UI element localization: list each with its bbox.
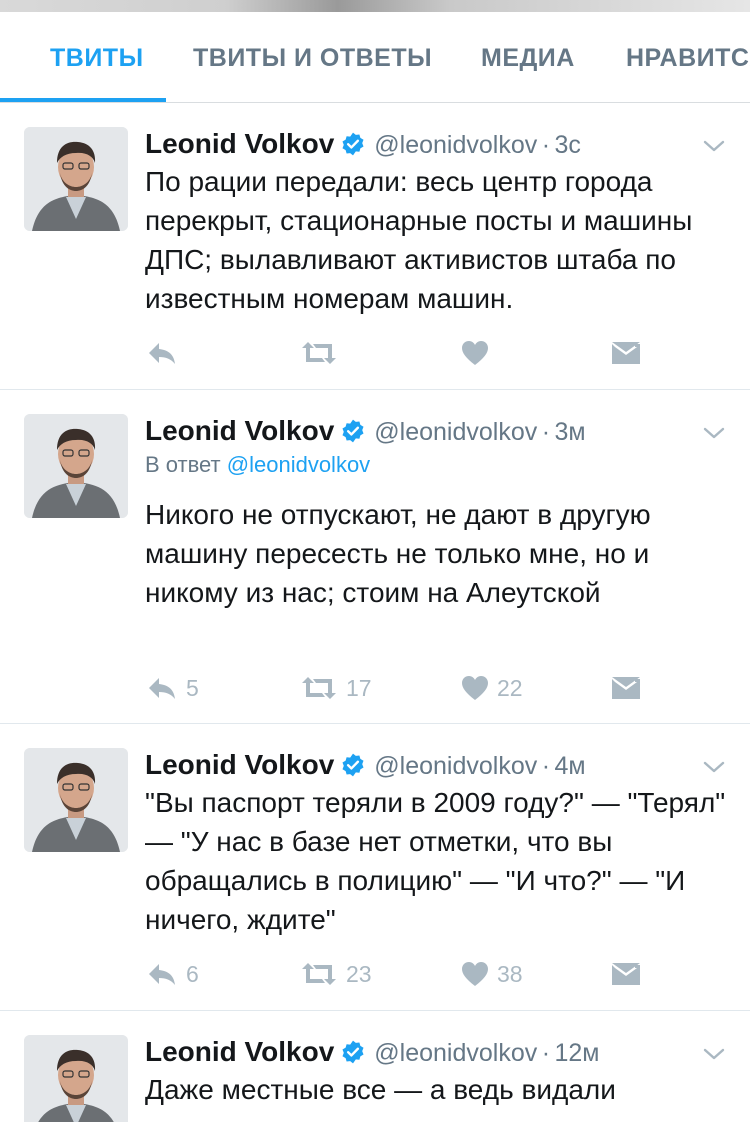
- separator-dot: ·: [541, 1039, 551, 1067]
- retweet-icon: [302, 342, 336, 364]
- tweet[interactable]: Leonid Volkov @leonidvolkov · 12м Даже ме…: [0, 1012, 750, 1122]
- avatar[interactable]: [24, 127, 128, 231]
- avatar[interactable]: [24, 414, 128, 518]
- chevron-down-icon[interactable]: [702, 134, 726, 158]
- timestamp[interactable]: 3с: [554, 131, 580, 159]
- tweet[interactable]: Leonid Volkov @leonidvolkov · 3с По рации…: [0, 104, 750, 390]
- reply-button[interactable]: [146, 336, 186, 370]
- reply-icon: [149, 343, 175, 364]
- tweet[interactable]: Leonid Volkov @leonidvolkov · 3м В ответ …: [0, 391, 750, 724]
- reply-icon: [149, 678, 175, 699]
- retweet-button[interactable]: [300, 336, 346, 370]
- top-image-strip: [0, 0, 750, 12]
- tweet[interactable]: Leonid Volkov @leonidvolkov · 4м "Вы пасп…: [0, 725, 750, 1011]
- tweet-actions: [0, 336, 750, 370]
- verified-badge-icon: [342, 419, 364, 443]
- avatar[interactable]: [24, 748, 128, 852]
- verified-badge-icon: [342, 1040, 364, 1064]
- retweet-count: 17: [346, 674, 372, 701]
- heart-icon: [462, 676, 488, 700]
- reply-context: В ответ @leonidvolkov: [145, 449, 370, 481]
- tweet-text: Даже местные все — а ведь видали: [145, 1074, 616, 1105]
- direct-message-icon: [612, 677, 640, 699]
- retweet-icon: [302, 963, 336, 985]
- like-count: 38: [497, 960, 523, 987]
- separator-dot: ·: [541, 752, 551, 780]
- like-count: 22: [497, 674, 523, 701]
- tweet-text: "Вы паспорт теряли в 2009 году?" — "Теря…: [145, 787, 726, 935]
- verified-badge-icon: [342, 753, 364, 777]
- tab-tweets[interactable]: ТВИТЫ: [50, 12, 144, 102]
- timestamp[interactable]: 3м: [554, 418, 585, 446]
- reply-to-link[interactable]: @leonidvolkov: [227, 452, 370, 477]
- separator-dot: ·: [541, 131, 551, 159]
- direct-message-icon: [612, 342, 640, 364]
- reply-count: 5: [186, 674, 199, 701]
- like-button[interactable]: 38: [461, 957, 523, 991]
- tweet-actions: 5 17 22: [0, 671, 750, 705]
- avatar[interactable]: [24, 1035, 128, 1122]
- chevron-down-icon[interactable]: [702, 1042, 726, 1066]
- timestamp[interactable]: 4м: [554, 752, 585, 780]
- profile-tabs: ТВИТЫ ТВИТЫ И ОТВЕТЫ МЕДИА НРАВИТСЯ: [0, 12, 750, 103]
- author-handle[interactable]: @leonidvolkov: [374, 752, 537, 780]
- like-button[interactable]: [461, 336, 497, 370]
- tab-tweets-and-replies[interactable]: ТВИТЫ И ОТВЕТЫ: [193, 12, 432, 102]
- tweet-header: Leonid Volkov @leonidvolkov · 3с: [145, 124, 581, 164]
- tab-likes[interactable]: НРАВИТСЯ: [626, 12, 750, 102]
- verified-badge-icon: [342, 132, 364, 156]
- author-handle[interactable]: @leonidvolkov: [374, 418, 537, 446]
- separator-dot: ·: [541, 418, 551, 446]
- tweet-text: Никого не отпускают, не дают в другую ма…: [145, 499, 651, 608]
- reply-count: 6: [186, 960, 199, 987]
- heart-icon: [462, 341, 488, 365]
- tweet-header: Leonid Volkov @leonidvolkov · 12м: [145, 1032, 599, 1072]
- tab-media[interactable]: МЕДИА: [481, 12, 575, 102]
- reply-button[interactable]: 5: [146, 671, 199, 705]
- tweet-header: Leonid Volkov @leonidvolkov · 3м: [145, 411, 586, 451]
- retweet-icon: [302, 677, 336, 699]
- reply-icon: [149, 964, 175, 985]
- author-handle[interactable]: @leonidvolkov: [374, 1039, 537, 1067]
- author-name[interactable]: Leonid Volkov: [145, 1036, 334, 1067]
- tweet-actions: 6 23 38: [0, 957, 750, 991]
- direct-message-icon: [612, 963, 640, 985]
- direct-message-button[interactable]: [611, 957, 641, 991]
- direct-message-button[interactable]: [611, 671, 641, 705]
- timestamp[interactable]: 12м: [554, 1039, 599, 1067]
- direct-message-button[interactable]: [611, 336, 641, 370]
- heart-icon: [462, 962, 488, 986]
- author-name[interactable]: Leonid Volkov: [145, 415, 334, 446]
- author-name[interactable]: Leonid Volkov: [145, 128, 334, 159]
- author-name[interactable]: Leonid Volkov: [145, 749, 334, 780]
- tweet-header: Leonid Volkov @leonidvolkov · 4м: [145, 745, 586, 785]
- tweet-text: По рации передали: весь центр города пер…: [145, 166, 693, 314]
- retweet-button[interactable]: 17: [300, 671, 372, 705]
- like-button[interactable]: 22: [461, 671, 523, 705]
- active-tab-indicator: [0, 98, 166, 102]
- retweet-count: 23: [346, 960, 372, 987]
- author-handle[interactable]: @leonidvolkov: [374, 131, 537, 159]
- reply-button[interactable]: 6: [146, 957, 199, 991]
- chevron-down-icon[interactable]: [702, 755, 726, 779]
- chevron-down-icon[interactable]: [702, 421, 726, 445]
- retweet-button[interactable]: 23: [300, 957, 372, 991]
- reply-to-label: В ответ: [145, 452, 221, 477]
